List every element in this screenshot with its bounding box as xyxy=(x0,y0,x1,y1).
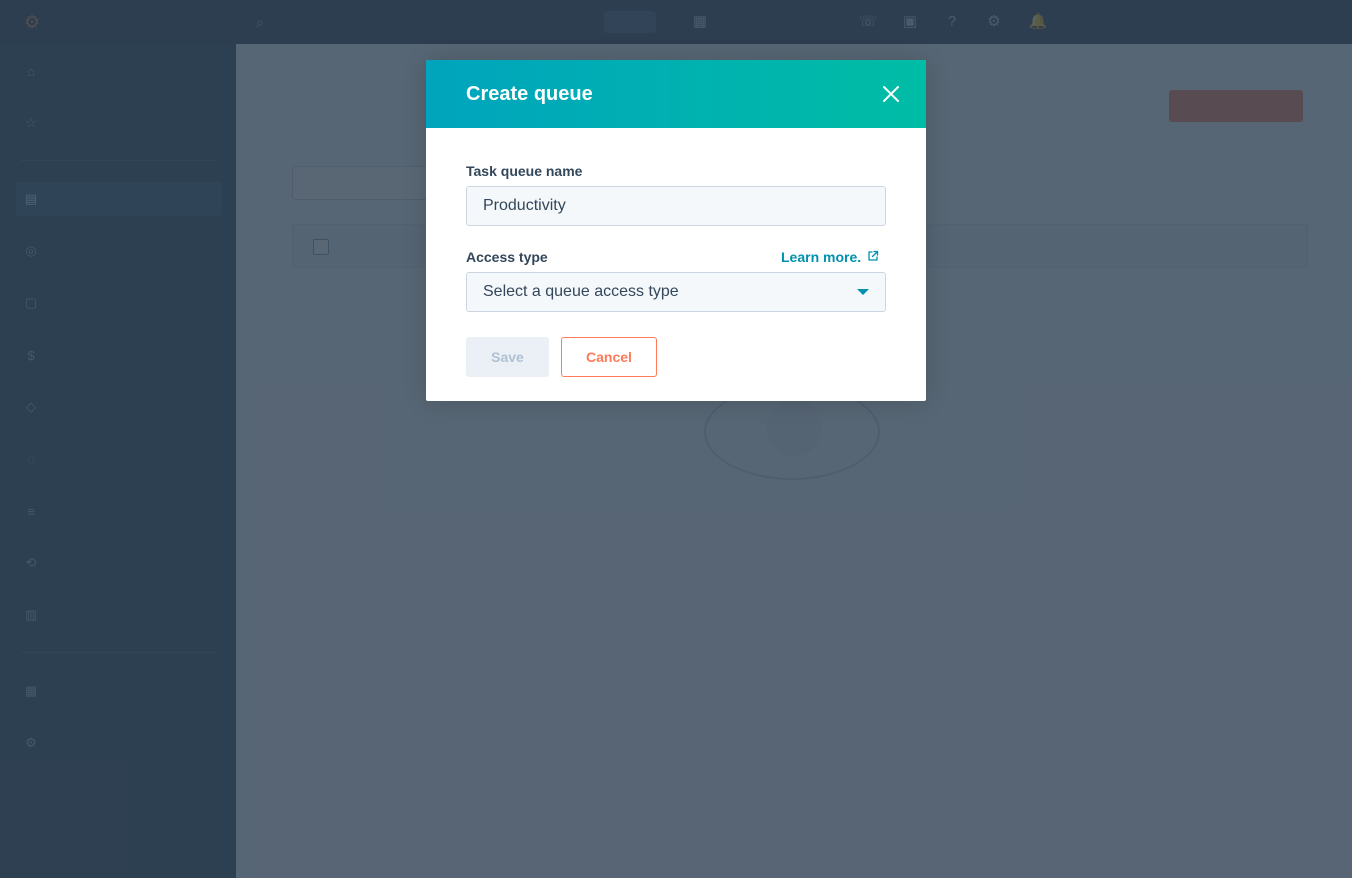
access-type-placeholder: Select a queue access type xyxy=(483,283,679,300)
modal-title: Create queue xyxy=(466,83,593,105)
external-link-icon xyxy=(867,248,879,266)
chevron-down-icon xyxy=(857,289,869,295)
access-type-label: Access type xyxy=(466,249,548,265)
create-queue-modal: Create queue Task queue name Access type… xyxy=(426,60,926,401)
modal-header: Create queue xyxy=(426,60,926,128)
task-queue-name-input[interactable] xyxy=(466,186,886,226)
save-button[interactable]: Save xyxy=(466,337,549,377)
cancel-button[interactable]: Cancel xyxy=(561,337,657,377)
task-queue-name-label: Task queue name xyxy=(466,163,583,179)
close-icon[interactable] xyxy=(880,83,902,105)
learn-more-text: Learn more. xyxy=(781,249,862,265)
access-type-select[interactable]: Select a queue access type xyxy=(466,272,886,312)
learn-more-link[interactable]: Learn more. xyxy=(781,248,879,266)
